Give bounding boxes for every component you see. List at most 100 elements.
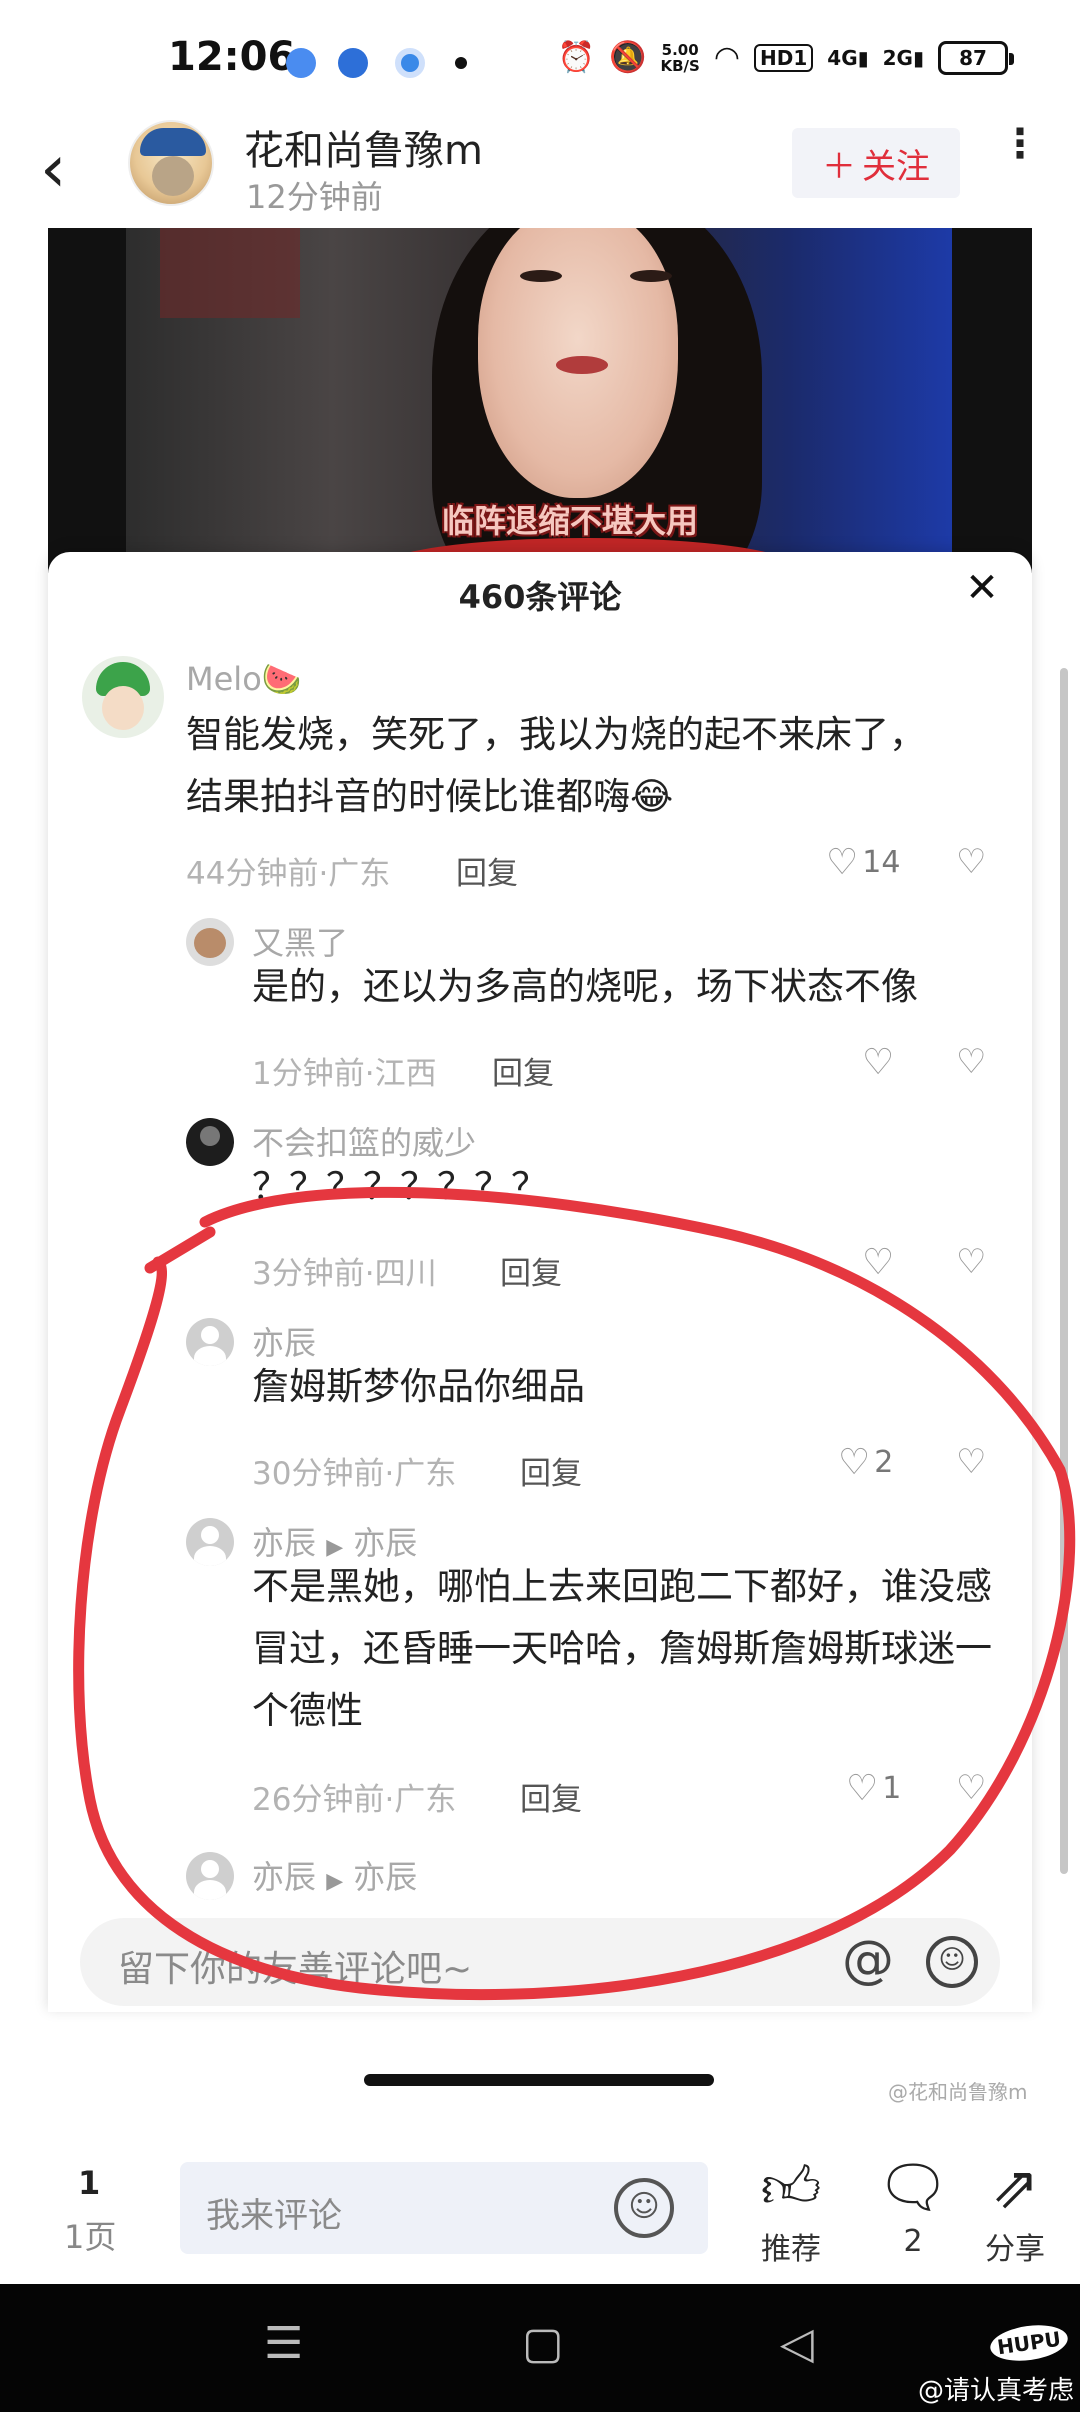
my-comment-input[interactable]: 我来评论 ☺	[180, 2162, 708, 2254]
baidu-paw-icon	[338, 48, 368, 78]
video-subject-eye	[630, 270, 672, 282]
comment-text: ？？？？？？？？	[252, 1165, 548, 1208]
comment-meta: 3分钟前·四川	[252, 1256, 437, 1292]
post-header: ‹ 花和尚鲁豫m 12分钟前 ＋ 关注 ⋮	[0, 120, 1080, 228]
emoji-icon[interactable]: ☺	[926, 1936, 978, 1988]
more-notifications-icon	[455, 57, 467, 69]
like-button[interactable]: ♡ 1	[846, 1768, 901, 1809]
signal-2g-icon: 2G▮	[882, 45, 924, 70]
close-icon[interactable]: ✕	[962, 568, 1002, 608]
menu-icon[interactable]: ☰	[264, 2318, 303, 2369]
reply-button[interactable]: 回复	[520, 1774, 582, 1819]
my-comment-placeholder: 我来评论	[206, 2196, 342, 2236]
app-circle-icon	[395, 48, 425, 78]
back-nav-icon[interactable]: ◁	[780, 2318, 814, 2369]
network-speed: 5.00 KB/S	[660, 40, 700, 75]
speech-bubble-icon: 🗨︎	[876, 2153, 950, 2221]
post-time: 12分钟前	[246, 178, 383, 216]
dislike-icon[interactable]: ♡	[956, 1442, 986, 1482]
commenter-avatar[interactable]	[186, 918, 234, 966]
back-icon[interactable]: ‹	[40, 136, 90, 206]
gesture-handle[interactable]	[364, 2074, 714, 2086]
reply-arrow-icon: ▶	[326, 1869, 344, 1894]
home-icon[interactable]: ▢	[522, 2318, 564, 2369]
commenter-avatar[interactable]	[186, 1318, 234, 1366]
heart-icon: ♡	[838, 1442, 871, 1483]
recommend-label: 推荐	[761, 2232, 821, 2267]
commenter-avatar[interactable]	[186, 1118, 234, 1166]
heart-icon: ♡	[862, 1242, 895, 1283]
reply-button[interactable]: 回复	[492, 1048, 554, 1093]
comments-scrollbar[interactable]	[1060, 668, 1068, 1874]
mute-icon: 🔕	[609, 40, 647, 75]
like-button[interactable]: ♡ 14	[826, 842, 900, 883]
author-avatar[interactable]	[128, 120, 214, 206]
avatar-face	[152, 156, 194, 196]
dislike-icon[interactable]: ♡	[956, 842, 986, 882]
like-button[interactable]: ♡	[862, 1042, 894, 1083]
comment-meta: 44分钟前·广东	[186, 856, 391, 892]
commenter-avatar[interactable]	[186, 1852, 234, 1900]
comment-text: 是的，还以为多高的烧呢，场下状态不像	[252, 965, 918, 1008]
reply-button[interactable]: 回复	[520, 1448, 582, 1493]
like-count: 2	[874, 1445, 894, 1480]
mention-icon[interactable]: @	[842, 1930, 894, 1990]
commenter-name[interactable]: Melo🍉	[186, 660, 302, 698]
page-label[interactable]: 1页	[64, 2212, 116, 2258]
battery-indicator: 87	[938, 40, 1014, 75]
author-name[interactable]: 花和尚鲁豫m	[244, 118, 483, 176]
dislike-icon[interactable]: ♡	[956, 1768, 986, 1808]
dislike-icon[interactable]: ♡	[956, 1042, 986, 1082]
video-subject-eye	[520, 270, 562, 282]
hd-badge: HD1	[754, 43, 814, 72]
follow-label: 关注	[862, 146, 930, 187]
comments-count-title: 460条评论	[458, 578, 622, 616]
reply-button[interactable]: 回复	[500, 1248, 562, 1293]
commenter-name[interactable]: 亦辰 ▶ 亦辰	[252, 1852, 417, 1898]
like-button[interactable]: ♡ 2	[838, 1442, 893, 1483]
video-player[interactable]: 临阵退缩不堪大用	[48, 228, 1032, 573]
dislike-icon[interactable]: ♡	[956, 1242, 986, 1282]
avatar-cap	[140, 128, 206, 156]
reply-target-name: 亦辰	[353, 1858, 418, 1896]
alarm-icon: ⏰	[557, 40, 596, 75]
heart-icon: ♡	[826, 842, 859, 883]
video-subject-lips	[556, 356, 608, 374]
bottom-toolbar: 1 1页 我来评论 ☺ 👍︎ 推荐 🗨︎ 2 ⇗ 分享	[0, 2134, 1080, 2284]
baidu-app-icon	[286, 48, 316, 78]
comment-text: 詹姆斯梦你品你细品	[252, 1365, 585, 1408]
comments-panel: 460条评论 ✕ Melo🍉 智能发烧，笑死了，我以为烧的起不来床了，结果拍抖音…	[48, 552, 1032, 2012]
comment-input[interactable]: 留下你的友善评论吧~ @ ☺	[80, 1918, 1000, 2006]
share-icon: ⇗	[990, 2153, 1040, 2221]
commenter-avatar[interactable]	[186, 1518, 234, 1566]
like-count: 1	[882, 1771, 902, 1806]
plus-icon: ＋	[822, 146, 856, 187]
share-label: 分享	[985, 2232, 1045, 2267]
inner-watermark: @花和尚鲁豫m	[888, 2080, 1028, 2104]
comments-button[interactable]: 🗨︎ 2	[868, 2156, 958, 2259]
status-time: 12:06	[168, 34, 296, 80]
comment-meta: 26分钟前·广东	[252, 1782, 457, 1818]
signal-4g-icon: 4G▮	[827, 45, 869, 70]
reply-button[interactable]: 回复	[456, 848, 518, 893]
follow-button[interactable]: ＋ 关注	[792, 128, 960, 198]
share-button[interactable]: ⇗ 分享	[970, 2156, 1060, 2268]
like-button[interactable]: ♡	[862, 1242, 894, 1283]
comment-meta: 30分钟前·广东	[252, 1456, 457, 1492]
thumbs-up-icon: 👍︎	[760, 2153, 822, 2221]
page-number: 1	[78, 2164, 101, 2202]
status-bar: 12:06 ⏰ 🔕 5.00 KB/S ◠ HD1 4G▮ 2G▮ 87	[0, 0, 1080, 120]
more-options-icon[interactable]: ⋮	[1000, 124, 1040, 202]
comment-count: 2	[903, 2224, 923, 2259]
heart-icon: ♡	[846, 1768, 879, 1809]
comment-input-placeholder: 留下你的友善评论吧~	[118, 1949, 473, 1990]
comment-text: 智能发烧，笑死了，我以为烧的起不来床了，结果拍抖音的时候比谁都嗨😂	[186, 713, 926, 818]
commenter-avatar[interactable]	[82, 656, 164, 738]
video-caption: 临阵退缩不堪大用	[441, 502, 698, 540]
like-count: 14	[862, 845, 901, 880]
emoji-icon[interactable]: ☺	[614, 2178, 674, 2238]
video-bg-shape	[160, 228, 300, 318]
recommend-button[interactable]: 👍︎ 推荐	[746, 2156, 836, 2268]
watermark: @请认真考虑	[918, 2376, 1075, 2406]
heart-icon: ♡	[862, 1042, 895, 1083]
